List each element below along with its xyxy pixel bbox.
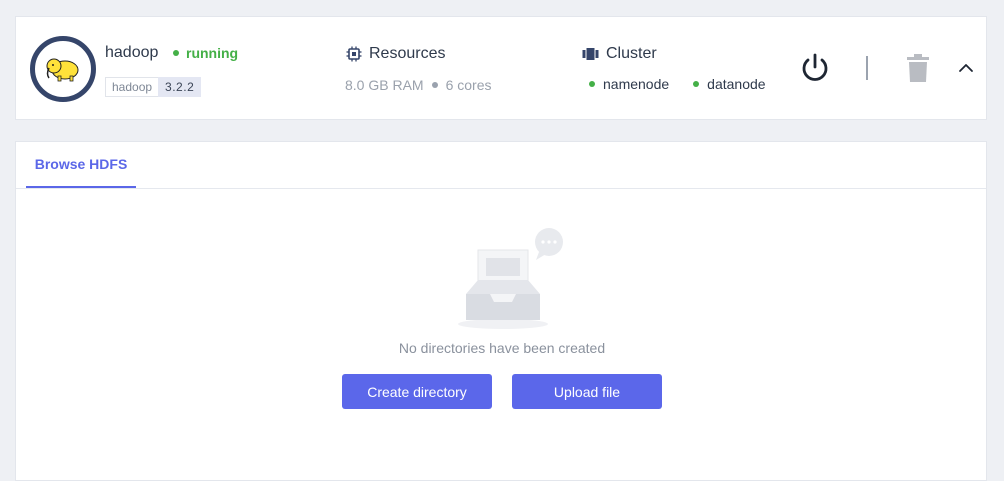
node-datanode: datanode — [693, 76, 766, 92]
status-dot — [173, 50, 179, 56]
cluster-nodes: namenode datanode — [589, 76, 766, 92]
collapse-button[interactable] — [957, 57, 975, 77]
cpu-chip-icon — [346, 46, 362, 62]
power-button[interactable] — [799, 51, 831, 85]
ram-value: 8.0 GB RAM — [345, 77, 424, 93]
cluster-icon — [582, 48, 599, 60]
status-indicator: running — [173, 45, 238, 61]
upload-file-button[interactable]: Upload file — [512, 374, 662, 409]
action-divider — [866, 56, 868, 80]
chevron-up-icon — [959, 64, 973, 72]
resources-info: 8.0 GB RAM 6 cores — [345, 77, 492, 93]
create-directory-button[interactable]: Create directory — [342, 374, 492, 409]
empty-state-illustration — [456, 228, 566, 337]
separator-dot — [431, 82, 438, 88]
node-status-dot — [693, 81, 700, 87]
tag-name: hadoop — [105, 77, 159, 97]
cluster-title: Cluster — [606, 45, 657, 62]
resources-heading: Resources — [346, 45, 445, 63]
trash-icon — [907, 54, 929, 82]
version-tag: hadoop 3.2.2 — [105, 77, 202, 97]
delete-button[interactable] — [906, 53, 930, 83]
node-label: namenode — [603, 76, 670, 92]
node-status-dot — [589, 81, 595, 87]
cores-value: 6 cores — [445, 77, 492, 93]
service-name: hadoop — [105, 44, 159, 61]
hdfs-panel: Browse HDFS No directories have been cre… — [15, 141, 987, 481]
tab-bar: Browse HDFS — [16, 142, 986, 189]
resources-title: Resources — [369, 45, 446, 62]
tab-browse-hdfs[interactable]: Browse HDFS — [26, 142, 136, 188]
node-label: datanode — [707, 76, 766, 92]
node-namenode: namenode — [589, 76, 669, 92]
power-icon — [802, 53, 828, 81]
avatar — [30, 36, 96, 102]
hadoop-elephant-icon — [46, 58, 79, 82]
status-text: running — [186, 45, 239, 61]
service-card: hadoop running hadoop 3.2.2 Resources 8.… — [15, 16, 987, 120]
tag-version: 3.2.2 — [158, 77, 202, 97]
cluster-heading: Cluster — [582, 45, 657, 63]
empty-inbox-icon — [458, 228, 563, 329]
empty-state-message: No directories have been created — [398, 340, 606, 356]
